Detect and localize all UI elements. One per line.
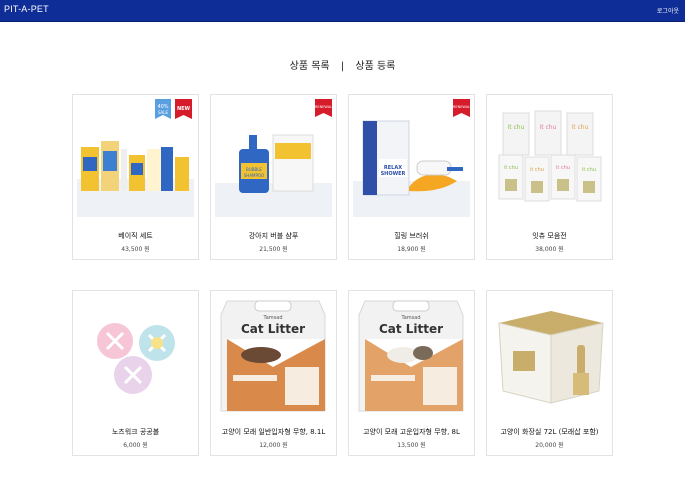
product-price: 38,000 원 (535, 246, 564, 253)
product-name[interactable]: 고양이 모래 고운입자형 무향, 8L (349, 427, 474, 437)
product-image-itchu-set[interactable]: it chu it chu it chu it chu it chu it ch… (491, 99, 608, 217)
svg-text:it chu: it chu (508, 124, 525, 131)
product-price: 20,000 원 (535, 442, 564, 449)
logout-button[interactable]: 로그아웃 (657, 6, 679, 15)
product-card[interactable]: BUBBLE SHAMPOO RENEWAL 강아지 버블 샴푸 21,500 … (210, 94, 337, 260)
product-card[interactable]: 40% SALE NEW 베이직 세트 43,500 원 (72, 94, 199, 260)
svg-text:it chu: it chu (572, 124, 589, 131)
product-card[interactable]: 노즈워크 공공볼 6,000 원 (72, 290, 199, 456)
product-name[interactable]: 노즈워크 공공볼 (73, 427, 198, 437)
svg-text:SHAMPOO: SHAMPOO (244, 173, 264, 178)
tab-separator: | (340, 61, 345, 72)
product-image-healing-brush[interactable]: RELAX SHOWER RENEWAL (353, 99, 470, 217)
svg-text:RENEWAL: RENEWAL (315, 105, 332, 109)
product-card[interactable]: 고양이 화장실 72L (모래삽 포함) 20,000 원 (486, 290, 613, 456)
brand-logo[interactable]: PIT-A-PET (4, 4, 49, 14)
svg-text:it chu: it chu (556, 165, 570, 171)
svg-text:it chu: it chu (530, 167, 544, 173)
page-tabs: 상품 목록 | 상품 등록 (0, 57, 685, 72)
tab-product-list[interactable]: 상품 목록 (290, 57, 330, 72)
product-price: 13,500 원 (397, 442, 426, 449)
product-price: 43,500 원 (121, 246, 150, 253)
top-navigation-bar: PIT-A-PET 로그아웃 (0, 0, 685, 22)
product-name[interactable]: 강아지 버블 샴푸 (211, 231, 336, 241)
product-name[interactable]: 고양이 모래 일반입자형 무향, 8.1L (211, 427, 336, 437)
svg-text:Cat Litter: Cat Litter (379, 322, 443, 336)
svg-text:Cat Litter: Cat Litter (241, 322, 305, 336)
product-image-cat-toilet[interactable] (491, 295, 608, 413)
product-card[interactable]: RELAX SHOWER RENEWAL 힐링 브러쉬 18,900 원 (348, 94, 475, 260)
svg-text:Tamsad: Tamsad (400, 315, 420, 321)
product-price: 18,900 원 (397, 246, 426, 253)
product-image-nosework-ball[interactable] (77, 295, 194, 413)
tab-product-register[interactable]: 상품 등록 (355, 57, 395, 72)
product-image-basic-set[interactable]: 40% SALE NEW (77, 99, 194, 217)
svg-text:NEW: NEW (177, 106, 191, 112)
svg-text:it chu: it chu (540, 124, 557, 131)
product-name[interactable]: 잇츄 모음전 (487, 231, 612, 241)
product-image-cat-litter-fine[interactable]: Tamsad Cat Litter (353, 295, 470, 413)
product-image-bubble-shampoo[interactable]: BUBBLE SHAMPOO RENEWAL (215, 99, 332, 217)
svg-text:SHOWER: SHOWER (381, 171, 406, 177)
product-image-cat-litter-regular[interactable]: Tamsad Cat Litter (215, 295, 332, 413)
svg-text:SALE: SALE (158, 110, 169, 115)
svg-text:it chu: it chu (504, 165, 518, 171)
product-card[interactable]: it chu it chu it chu it chu it chu it ch… (486, 94, 613, 260)
product-price: 12,000 원 (259, 442, 288, 449)
product-price: 21,500 원 (259, 246, 288, 253)
product-card[interactable]: Tamsad Cat Litter 고양이 모래 고운입자형 무향, 8L 13… (348, 290, 475, 456)
product-name[interactable]: 베이직 세트 (73, 231, 198, 241)
product-price: 6,000 원 (123, 442, 148, 449)
product-card[interactable]: Tamsad Cat Litter 고양이 모래 일반입자형 무향, 8.1L … (210, 290, 337, 456)
product-name[interactable]: 힐링 브러쉬 (349, 231, 474, 241)
product-name[interactable]: 고양이 화장실 72L (모래삽 포함) (487, 427, 612, 437)
svg-text:BUBBLE: BUBBLE (246, 167, 262, 172)
svg-text:Tamsad: Tamsad (262, 315, 282, 321)
svg-text:it chu: it chu (582, 167, 596, 173)
svg-text:RENEWAL: RENEWAL (453, 105, 470, 109)
